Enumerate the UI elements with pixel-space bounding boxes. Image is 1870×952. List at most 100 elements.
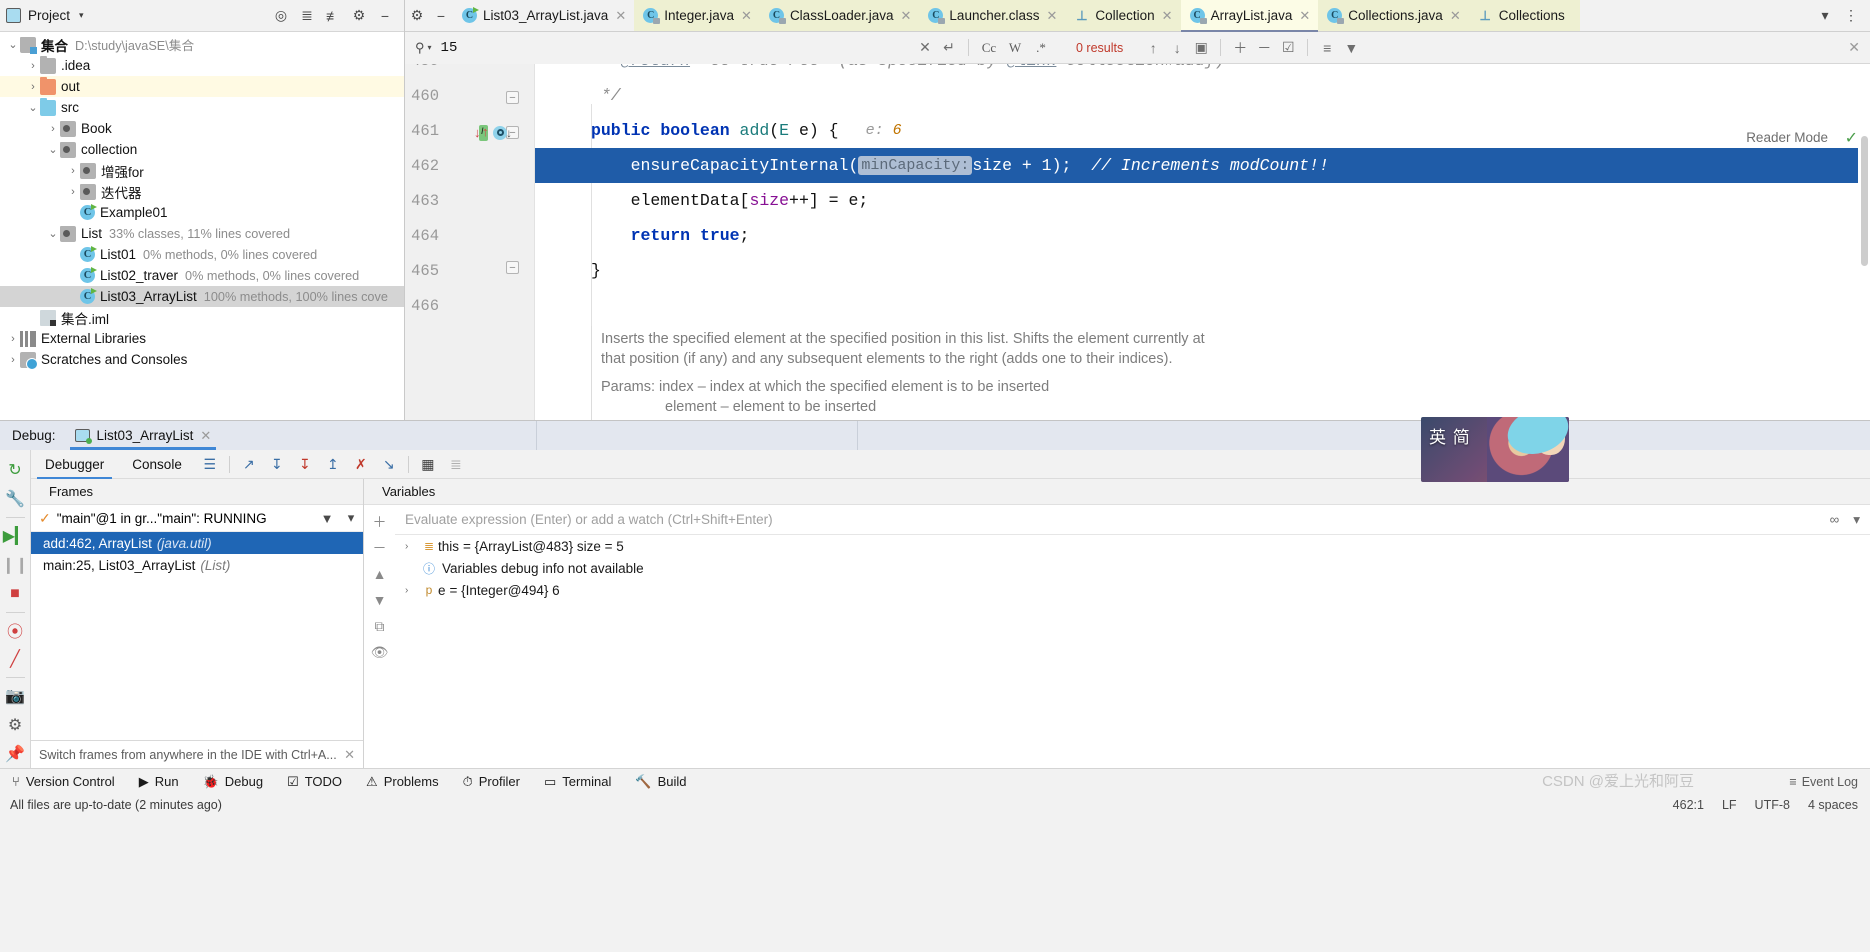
gear-icon[interactable]: ⚙ <box>405 0 429 31</box>
tree-node-Scratches and Consoles[interactable]: › Scratches and Consoles <box>0 349 404 370</box>
editor-tab-arraylist-java[interactable]: C ArrayList.java ✕ <box>1180 0 1319 32</box>
frames-list[interactable]: add:462, ArrayList (java.util) main:25, Li… <box>31 532 363 576</box>
chevron-down-icon[interactable]: ⌄ <box>26 101 40 114</box>
line-separator[interactable]: LF <box>1722 798 1737 812</box>
stop-program-icon[interactable]: ■ <box>1 580 30 608</box>
tab-console[interactable]: Console <box>118 450 196 479</box>
code-view[interactable]: 459460461462463464465466 − − − ↓ I ↑ ↓ *… <box>405 64 1870 420</box>
variable-row[interactable]: ⓘ Variables debug info not available <box>395 557 1870 579</box>
fold-marker-icon[interactable]: − <box>506 91 519 104</box>
hide-panel-icon[interactable]: − <box>374 5 396 27</box>
bottom-tab-terminal[interactable]: ▭ Terminal <box>532 769 623 795</box>
rerun-icon[interactable]: ↻ <box>1 456 30 484</box>
bottom-tab-run[interactable]: ▶ Run <box>127 769 191 795</box>
settings-gear-icon[interactable]: ⚙ <box>348 5 370 27</box>
previous-occurrence-icon[interactable]: ↑ <box>1141 40 1165 56</box>
tree-node-迭代器[interactable]: › 迭代器 <box>0 181 404 202</box>
more-vertical-icon[interactable]: ⋮ <box>1838 7 1864 24</box>
fold-marker-icon[interactable]: − <box>506 261 519 274</box>
match-case-toggle[interactable]: Cc <box>976 40 1002 56</box>
tree-node-List02_traver[interactable]: ›CList02_traver0% methods, 0% lines cove… <box>0 265 404 286</box>
tree-node-增强for[interactable]: › 增强for <box>0 160 404 181</box>
code-line-461[interactable]: public boolean add(E e) { e: 6 <box>535 113 1870 148</box>
close-tab-icon[interactable]: ✕ <box>1046 8 1057 24</box>
tree-node-out[interactable]: › out <box>0 76 404 97</box>
close-hint-icon[interactable]: ✕ <box>344 747 355 763</box>
breakpoint-icon[interactable]: ↓ I ↑ <box>474 124 490 141</box>
chevron-right-icon[interactable]: › <box>26 60 40 72</box>
tree-node-List03_ArrayList[interactable]: ›CList03_ArrayList100% methods, 100% lin… <box>0 286 404 307</box>
search-history-icon[interactable]: ↵ <box>937 39 961 56</box>
code-line-460[interactable]: */ <box>535 78 1870 113</box>
bottom-tab-build[interactable]: 🔨 Build <box>623 769 698 795</box>
chevron-right-icon[interactable]: › <box>6 333 20 345</box>
editor-tab-bar[interactable]: ⚙ − C List03_ArrayList.java ✕ C Integer.java… <box>405 0 1870 32</box>
filter-icon[interactable]: ▼ <box>1339 40 1363 56</box>
minimize-icon[interactable]: − <box>429 0 453 31</box>
chevron-down-icon[interactable]: ▾ <box>79 10 84 21</box>
debug-session-tab[interactable]: List03_ArrayList ✕ <box>64 421 222 450</box>
close-tab-icon[interactable]: ✕ <box>1162 8 1173 24</box>
move-up-icon[interactable]: ▲ <box>368 562 392 586</box>
filter-icon[interactable]: ▼ <box>315 511 339 526</box>
bottom-tab-problems[interactable]: ⚠ Problems <box>354 769 451 795</box>
chevron-right-icon[interactable]: › <box>6 354 20 366</box>
editor-tab-launcher-class[interactable]: C Launcher.class ✕ <box>919 0 1066 31</box>
inspect-eye-icon[interactable]: 👁 <box>368 640 392 664</box>
variable-row[interactable]: › ≣ this = {ArrayList@483} size = 5 <box>395 535 1870 557</box>
project-tree[interactable]: ⌄ 集合 D:\study\javaSE\集合 › .idea › out ⌄ src › Book… <box>0 32 404 370</box>
chevron-down-icon[interactable]: ▾ <box>1812 7 1838 24</box>
close-tab-icon[interactable]: ✕ <box>1450 8 1461 24</box>
editor-tab-collections-java[interactable]: C Collections.java ✕ <box>1318 0 1469 31</box>
indent-setting[interactable]: 4 spaces <box>1808 798 1858 812</box>
tree-node-External Libraries[interactable]: › External Libraries <box>0 328 404 349</box>
whole-words-toggle[interactable]: W <box>1002 40 1028 56</box>
view-breakpoints-icon[interactable]: ⦿ <box>1 616 30 644</box>
infinity-icon[interactable]: ∞ <box>1830 512 1840 527</box>
code-line-459[interactable]: * @return <tt>true</tt> (as specified by… <box>535 64 1870 78</box>
chevron-right-icon[interactable]: › <box>66 165 80 177</box>
chevron-down-icon[interactable]: ▾ <box>1853 512 1860 528</box>
drop-frame-icon[interactable]: ✗ <box>347 450 375 479</box>
chevron-down-icon[interactable]: ⌄ <box>46 227 60 240</box>
step-into-icon[interactable]: ↧ <box>263 450 291 479</box>
add-line-icon[interactable]: ＋ <box>1228 38 1252 58</box>
collapse-all-icon[interactable]: ≢ <box>322 5 344 27</box>
code-line-465[interactable]: } <box>535 253 1870 288</box>
select-all-occurrences-icon[interactable]: ▣ <box>1189 39 1213 56</box>
editor-tab-collection[interactable]: ⊥ Collection ✕ <box>1065 0 1181 31</box>
evaluate-expression-icon[interactable]: ▦ <box>414 450 442 479</box>
settings-gear-icon[interactable]: ⚙ <box>1 711 30 739</box>
editor-tab-classloader-java[interactable]: C ClassLoader.java ✕ <box>759 0 920 31</box>
bottom-tab-debug[interactable]: 🐞 Debug <box>191 769 276 795</box>
close-tab-icon[interactable]: ✕ <box>1299 8 1310 24</box>
close-tab-icon[interactable]: ✕ <box>615 8 626 24</box>
code-line-466[interactable] <box>535 288 1870 323</box>
bottom-tab-todo[interactable]: ☑ TODO <box>275 769 354 795</box>
chevron-down-icon[interactable]: ⌄ <box>46 143 60 156</box>
mute-breakpoints-icon[interactable]: ╱ <box>1 645 30 673</box>
step-over-icon[interactable]: ↗ <box>235 450 263 479</box>
debug-side-rail[interactable]: ↻ 🔧 ▶▎ ❙❙ ■ ⦿ ╱ 📷 ⚙ 📌 <box>0 450 31 768</box>
chevron-right-icon[interactable]: › <box>66 186 80 198</box>
next-occurrence-icon[interactable]: ↓ <box>1165 40 1189 56</box>
close-icon[interactable]: ✕ <box>200 428 211 444</box>
move-down-icon[interactable]: ▼ <box>368 588 392 612</box>
thread-selector[interactable]: ✓ "main"@1 in gr..."main": RUNNING ▼ ▾ <box>31 505 363 532</box>
ime-floating-widget[interactable]: 英 简 <box>1421 417 1569 482</box>
force-step-into-icon[interactable]: ↧ <box>291 450 319 479</box>
tree-node-List[interactable]: ⌄ List 33% classes, 11% lines covered <box>0 223 404 244</box>
tree-node-集合[interactable]: ⌄ 集合 D:\study\javaSE\集合 <box>0 34 404 55</box>
close-find-icon[interactable]: ✕ <box>1848 39 1860 56</box>
editor-gutter[interactable]: 459 460 461 462 463 464 465 466 <box>405 64 535 420</box>
filter-lines-icon[interactable]: ≡ <box>1315 40 1339 56</box>
editor-scrollbar[interactable] <box>1858 128 1870 420</box>
variable-row[interactable]: › p e = {Integer@494} 6 <box>395 579 1870 601</box>
layout-settings-icon[interactable]: ☰ <box>196 450 224 479</box>
code-line-462[interactable]: ensureCapacityInternal(minCapacity: size … <box>535 148 1870 183</box>
event-log-button[interactable]: ≡ Event Log <box>1789 775 1870 789</box>
check-line-icon[interactable]: ☑ <box>1276 39 1300 56</box>
bottom-tab-version-control[interactable]: ⑂ Version Control <box>0 769 127 795</box>
reader-mode-check-icon[interactable]: ✓ <box>1845 128 1858 148</box>
remove-watch-icon[interactable]: － <box>368 536 392 560</box>
